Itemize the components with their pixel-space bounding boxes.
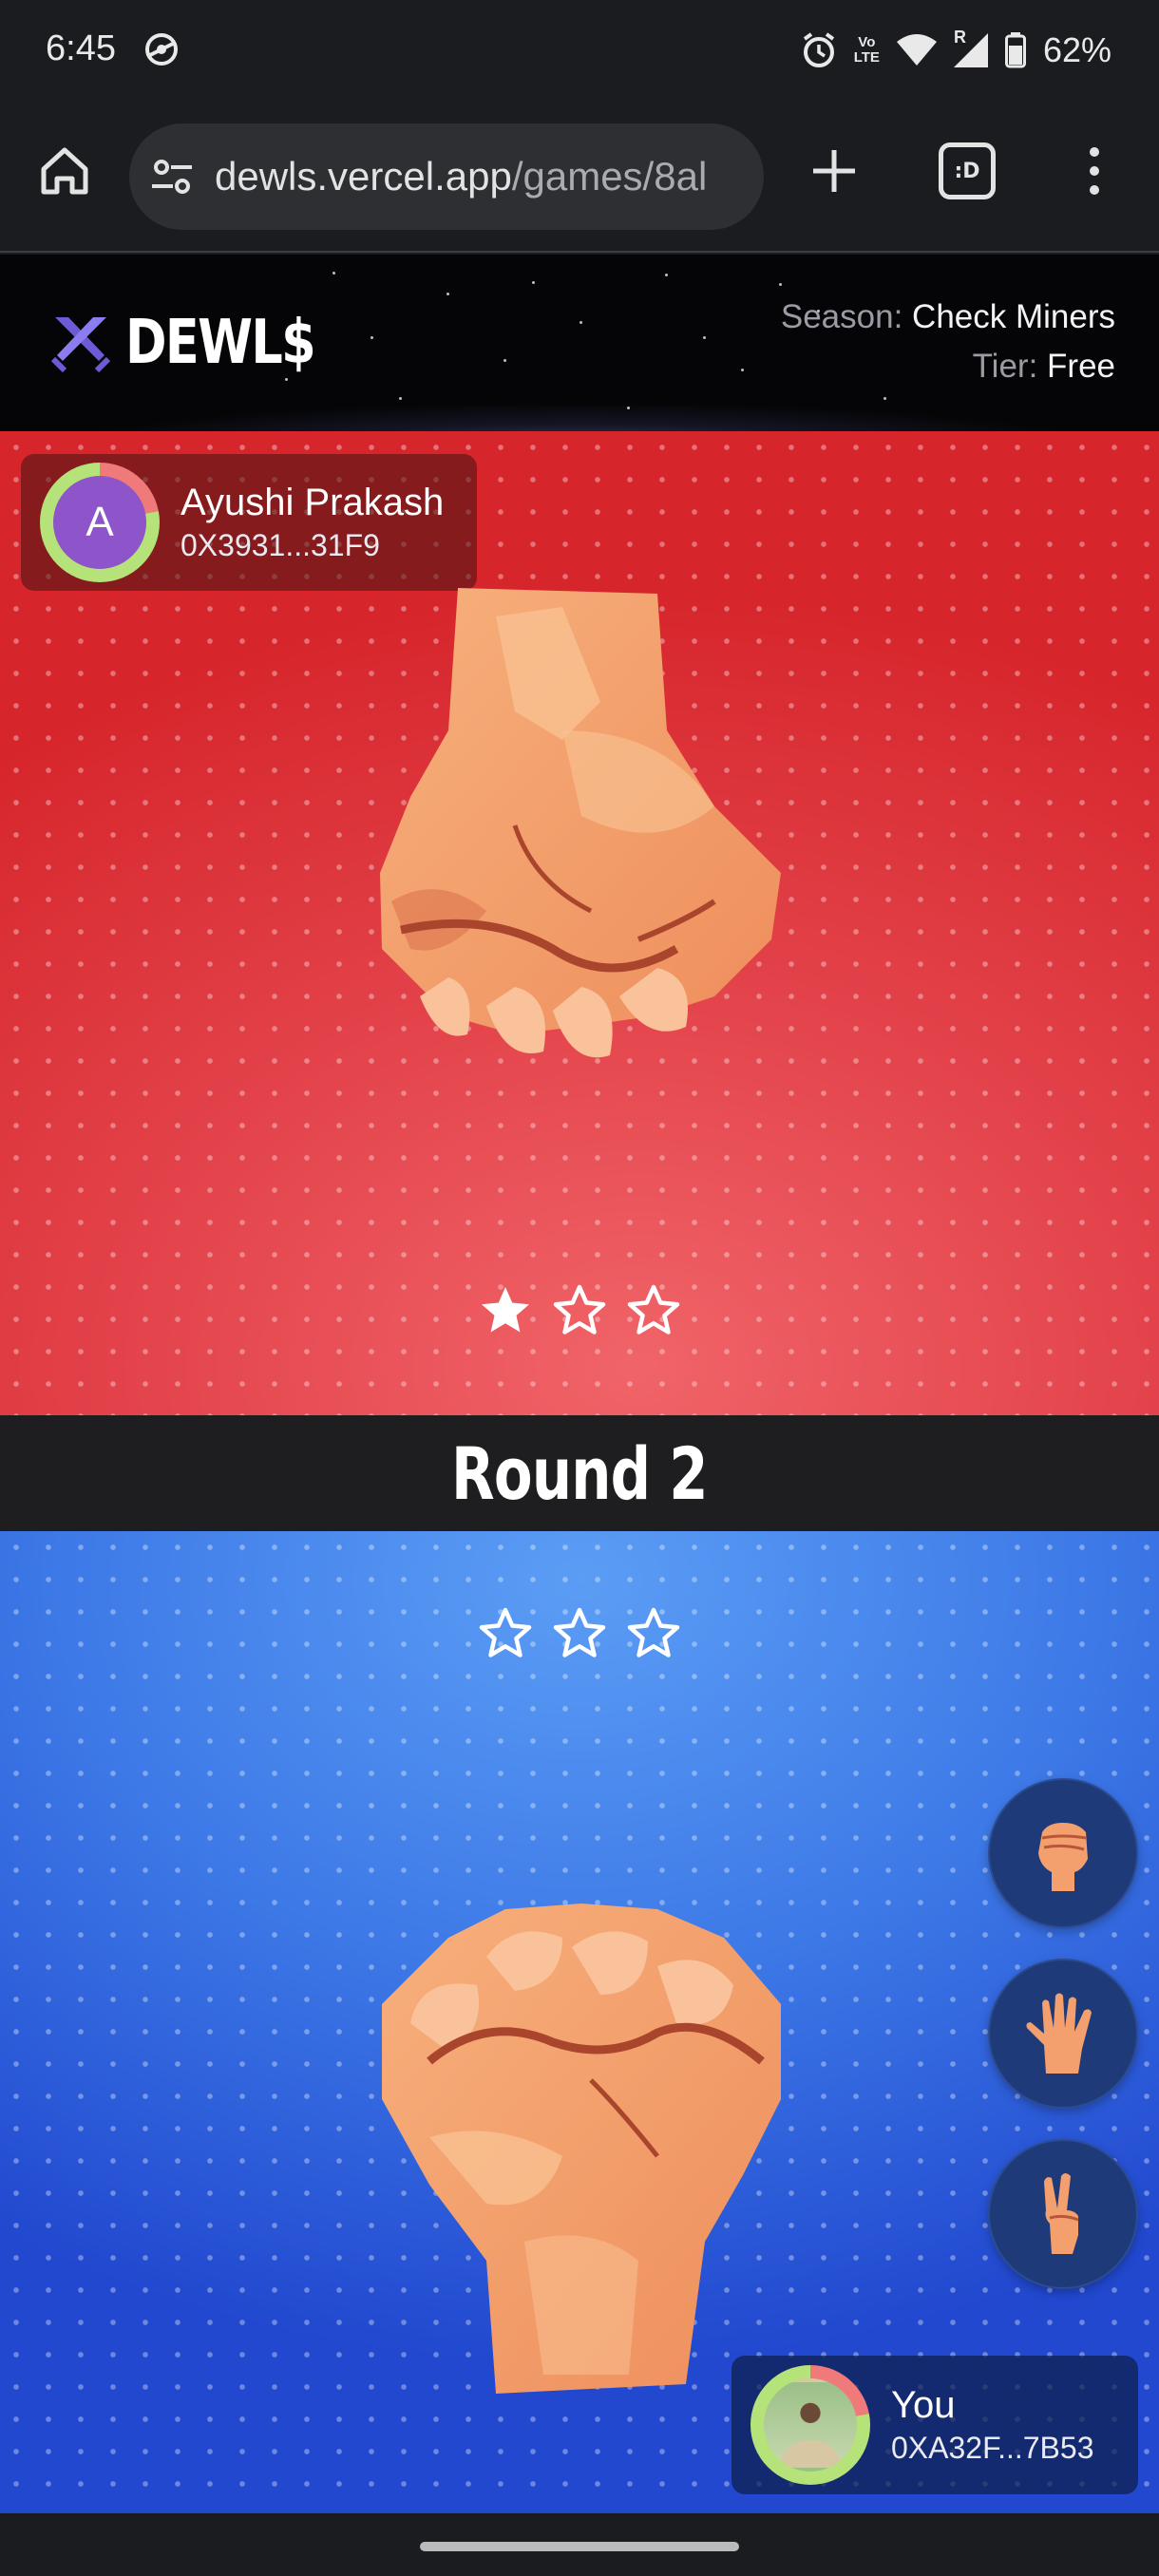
opponent-stars bbox=[0, 1282, 1159, 1339]
wifi-icon bbox=[896, 34, 937, 66]
opponent-avatar: A bbox=[40, 463, 160, 582]
site-logo[interactable]: DEWL$ bbox=[49, 308, 356, 378]
star-empty-icon bbox=[553, 1607, 606, 1657]
player-rock-hand bbox=[382, 1904, 781, 2394]
battery-icon bbox=[1004, 32, 1026, 68]
opponent-avatar-initial: A bbox=[53, 476, 146, 569]
more-menu-icon[interactable] bbox=[1077, 142, 1112, 199]
signal-icon: R bbox=[953, 28, 988, 67]
season-label: Season: bbox=[780, 298, 903, 335]
rock-move-button[interactable] bbox=[988, 1778, 1138, 1928]
gesture-bar bbox=[0, 2513, 1159, 2576]
opponent-arena: A Ayushi Prakash 0X3931...31F9 bbox=[0, 431, 1159, 1415]
star-empty-icon bbox=[553, 1284, 606, 1335]
tier-value: Free bbox=[1047, 348, 1115, 385]
scissors-move-button[interactable] bbox=[988, 2139, 1138, 2289]
player-arena: You 0XA32F...7B53 bbox=[0, 1531, 1159, 2513]
round-title: Round 2 bbox=[451, 1430, 708, 1516]
network-type: LTE bbox=[853, 49, 880, 66]
vpn-icon bbox=[145, 33, 178, 66]
star-empty-icon bbox=[479, 1607, 532, 1657]
roaming-label: R bbox=[953, 28, 966, 47]
player-avatar bbox=[750, 2365, 870, 2485]
url-path: /games/8al bbox=[511, 154, 708, 199]
opponent-name: Ayushi Prakash bbox=[180, 482, 445, 523]
tab-switcher-label: :D bbox=[954, 159, 980, 183]
paper-hand-icon bbox=[1026, 1993, 1092, 2074]
browser-toolbar: dewls.vercel.app/games/8al :D bbox=[0, 104, 1159, 253]
season-info: Season: Check Miners Tier: Free bbox=[781, 293, 1115, 391]
url-text: dewls.vercel.app/games/8al bbox=[215, 154, 707, 199]
volte-icon: Vo LTE bbox=[853, 34, 880, 66]
new-tab-icon[interactable] bbox=[806, 142, 863, 199]
address-bar[interactable]: dewls.vercel.app/games/8al bbox=[129, 123, 764, 230]
alarm-icon bbox=[803, 32, 834, 67]
status-time: 6:45 bbox=[46, 28, 116, 68]
home-icon[interactable] bbox=[36, 142, 93, 199]
opponent-card: A Ayushi Prakash 0X3931...31F9 bbox=[21, 454, 477, 591]
paper-move-button[interactable] bbox=[988, 1959, 1138, 2109]
site-settings-icon[interactable] bbox=[148, 153, 196, 200]
status-bar: 6:45 Vo LTE R 62% bbox=[0, 0, 1159, 104]
player-card: You 0XA32F...7B53 bbox=[732, 2356, 1138, 2494]
player-name: You bbox=[891, 2384, 956, 2426]
star-empty-icon bbox=[627, 1607, 680, 1657]
battery-percent: 62% bbox=[1042, 30, 1112, 69]
scissors-hand-icon bbox=[1044, 2173, 1079, 2254]
gesture-handle[interactable] bbox=[420, 2542, 739, 2551]
round-banner: Round 2 bbox=[0, 1415, 1159, 1531]
opponent-address: 0X3931...31F9 bbox=[180, 528, 380, 562]
star-filled-icon bbox=[482, 1287, 529, 1333]
star-empty-icon bbox=[627, 1284, 680, 1335]
player-stars bbox=[0, 1605, 1159, 1662]
season-value: Check Miners bbox=[912, 298, 1115, 335]
site-header: DEWL$ Season: Check Miners Tier: Free bbox=[0, 255, 1159, 431]
opponent-rock-hand bbox=[380, 588, 781, 1058]
rock-hand-icon bbox=[1038, 1823, 1088, 1891]
logo-text: DEWL$ bbox=[125, 308, 316, 378]
crossed-swords-icon bbox=[50, 317, 111, 373]
url-host: dewls.vercel.app bbox=[215, 154, 512, 199]
player-address: 0XA32F...7B53 bbox=[891, 2431, 1094, 2465]
player-avatar-photo bbox=[764, 2378, 857, 2472]
tier-label: Tier: bbox=[972, 348, 1038, 385]
tab-switcher-icon[interactable]: :D bbox=[939, 142, 996, 199]
